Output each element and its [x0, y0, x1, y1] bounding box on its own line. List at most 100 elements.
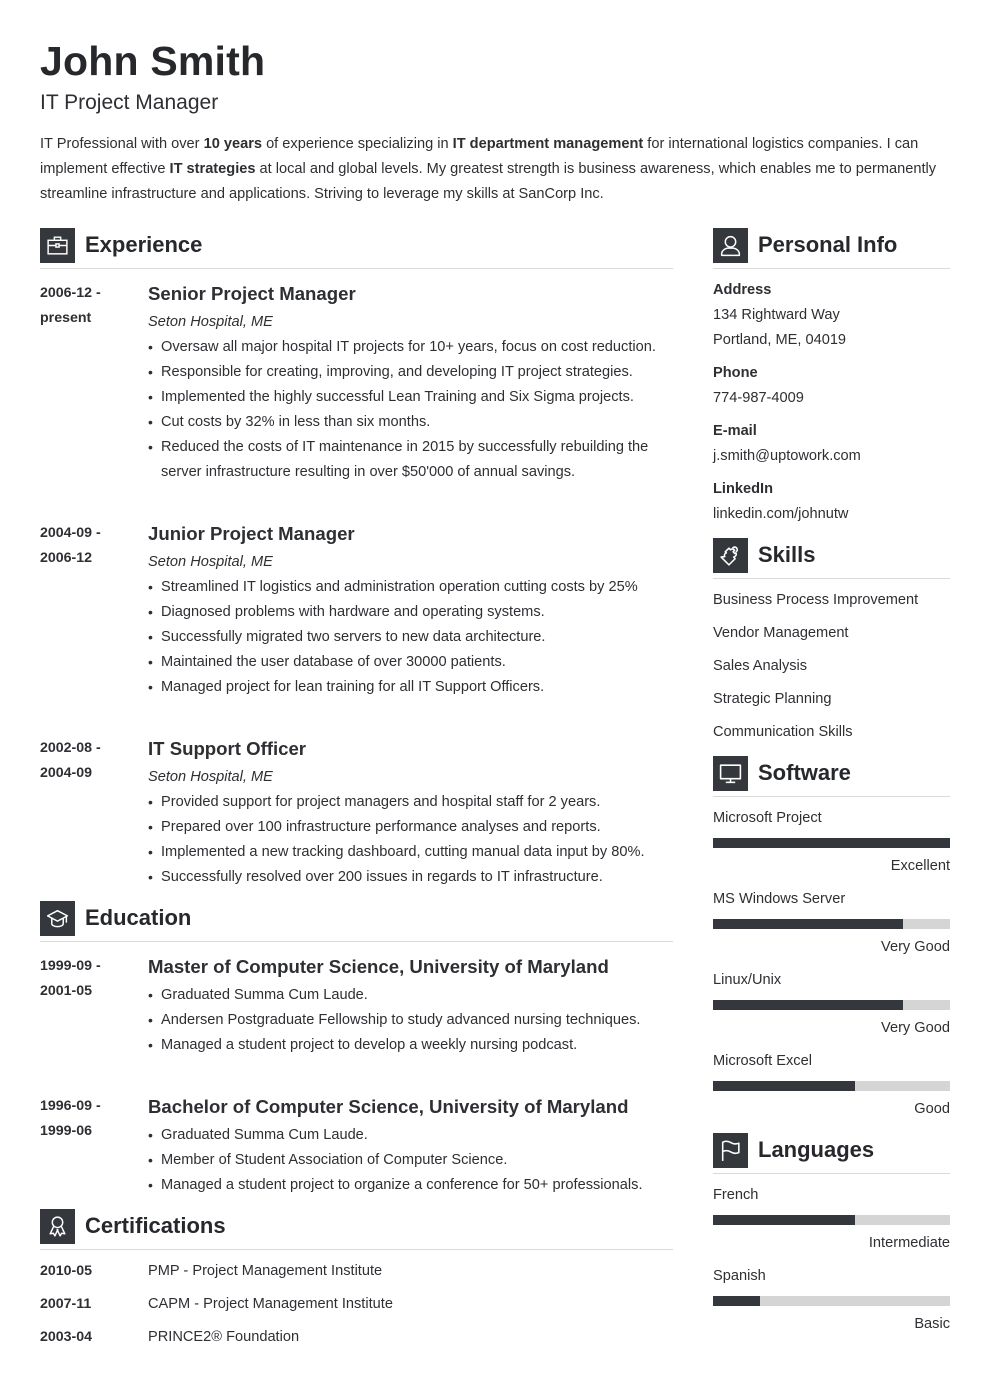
entry-bullets: Oversaw all major hospital IT projects f…: [148, 335, 673, 485]
entry-body: Bachelor of Computer Science, University…: [148, 1094, 673, 1198]
certification-date: 2007-11: [40, 1296, 92, 1312]
section-divider: [40, 268, 673, 269]
software-rating: Linux/Unix Very Good: [713, 968, 950, 1049]
bullet-item: Implemented a new tracking dashboard, cu…: [148, 840, 673, 865]
language-name: French: [713, 1187, 759, 1203]
entry-company: Seton Hospital, ME: [148, 554, 273, 570]
candidate-name: John Smith: [40, 38, 266, 84]
rating-bar-track: [713, 919, 950, 929]
certifications-section-header: Certifications: [40, 1209, 673, 1251]
entry-date: 1996-09 - 1999-06: [40, 1094, 140, 1144]
rating-bar-fill: [713, 1215, 856, 1225]
software-name: MS Windows Server: [713, 891, 846, 907]
entry-title: Master of Computer Science, University o…: [148, 956, 609, 977]
summary-text: of experience specializing in: [262, 136, 453, 152]
date-end: 2006-12: [40, 550, 93, 566]
award-ribbon-icon: [40, 1209, 75, 1244]
bullet-item: Diagnosed problems with hardware and ope…: [148, 600, 673, 625]
graduation-cap-icon: [40, 901, 75, 936]
date-start: 2002-08 -: [40, 740, 101, 756]
monitor-icon: [713, 756, 748, 791]
bullet-item: Successfully migrated two servers to new…: [148, 625, 673, 650]
entry-bullets: Provided support for project managers an…: [148, 790, 673, 890]
software-level: Excellent: [890, 858, 950, 874]
software-rating: MS Windows Server Very Good: [713, 887, 950, 968]
bullet-item: Cut costs by 32% in less than six months…: [148, 410, 673, 435]
bullet-item: Graduated Summa Cum Laude.: [148, 983, 673, 1008]
linkedin-value[interactable]: linkedin.com/johnutw: [713, 502, 848, 527]
bullet-item: Successfully resolved over 200 issues in…: [148, 865, 673, 890]
software-section-header: Software: [713, 756, 950, 798]
summary-text: IT Professional with over: [40, 136, 204, 152]
languages-section-title: Languages: [758, 1137, 875, 1162]
software-rating: Microsoft Excel Good: [713, 1049, 950, 1130]
candidate-job-title: IT Project Manager: [40, 91, 219, 114]
rating-bar-track: [713, 1000, 950, 1010]
email-value[interactable]: j.smith@uptowork.com: [713, 444, 861, 469]
skill-item: Communication Skills: [713, 724, 853, 740]
skill-item: Strategic Planning: [713, 691, 832, 707]
languages-section-header: Languages: [713, 1133, 950, 1175]
section-divider: [713, 796, 950, 797]
personal-info-section-header: Personal Info: [713, 228, 950, 270]
entry-company: Seton Hospital, ME: [148, 769, 273, 785]
section-divider: [713, 268, 950, 269]
date-end: 1999-06: [40, 1123, 93, 1139]
entry-date: 1999-09 - 2001-05: [40, 954, 140, 1004]
rating-bar-fill: [713, 919, 903, 929]
certification-item: 2007-11 CAPM - Project Management Instit…: [40, 1292, 673, 1317]
address-line-1: 134 Rightward Way: [713, 307, 840, 323]
entry-body: Senior Project Manager Seton Hospital, M…: [148, 281, 673, 485]
bullet-item: Provided support for project managers an…: [148, 790, 673, 815]
entry-company: Seton Hospital, ME: [148, 314, 273, 330]
bullet-item: Responsible for creating, improving, and…: [148, 360, 673, 385]
date-end: present: [40, 310, 92, 326]
entry-body: Junior Project Manager Seton Hospital, M…: [148, 521, 673, 700]
bullet-item: Managed a student project to organize a …: [148, 1173, 673, 1198]
entry-date: 2006-12 - present: [40, 281, 140, 331]
rating-bar-track: [713, 1215, 950, 1225]
entry-title: Bachelor of Computer Science, University…: [148, 1096, 629, 1117]
rating-bar-track: [713, 1081, 950, 1091]
software-section-title: Software: [758, 760, 851, 785]
certifications-section-title: Certifications: [85, 1213, 226, 1238]
bullet-item: Andersen Postgraduate Fellowship to stud…: [148, 1008, 673, 1033]
date-end: 2001-05: [40, 983, 93, 999]
software-rating: Microsoft Project Excellent: [713, 806, 950, 887]
software-level: Good: [914, 1101, 950, 1117]
summary-highlight: 10 years: [203, 136, 263, 152]
entry-body: IT Support Officer Seton Hospital, ME Pr…: [148, 736, 673, 890]
phone-label: Phone: [713, 365, 758, 381]
software-level: Very Good: [881, 939, 950, 955]
bullet-item: Maintained the user database of over 300…: [148, 650, 673, 675]
date-start: 2004-09 -: [40, 525, 101, 541]
rating-bar-track: [713, 838, 950, 848]
entry-title: Junior Project Manager: [148, 523, 355, 544]
skills-section-header: Skills: [713, 538, 950, 580]
language-name: Spanish: [713, 1268, 766, 1284]
education-section-header: Education: [40, 901, 673, 943]
date-start: 1996-09 -: [40, 1098, 101, 1114]
summary-highlight: IT department management: [452, 136, 644, 152]
rating-bar-fill: [713, 1296, 761, 1306]
software-name: Microsoft Excel: [713, 1053, 812, 1069]
summary-highlight: IT strategies: [169, 161, 256, 177]
date-start: 2006-12 -: [40, 285, 101, 301]
skill-item: Vendor Management: [713, 625, 849, 641]
rating-bar-fill: [713, 1000, 903, 1010]
certification-item: 2010-05 PMP - Project Management Institu…: [40, 1259, 673, 1284]
date-start: 1999-09 -: [40, 958, 101, 974]
rating-bar-fill: [713, 838, 950, 848]
language-level: Basic: [914, 1316, 950, 1332]
bullet-item: Reduced the costs of IT maintenance in 2…: [148, 435, 673, 485]
linkedin-label: LinkedIn: [713, 481, 773, 497]
bullet-item: Member of Student Association of Compute…: [148, 1148, 673, 1173]
bullet-item: Streamlined IT logistics and administrat…: [148, 575, 673, 600]
entry-bullets: Graduated Summa Cum Laude. Member of Stu…: [148, 1123, 673, 1198]
entry-body: Master of Computer Science, University o…: [148, 954, 673, 1058]
address-label: Address: [713, 282, 772, 298]
entry-title: IT Support Officer: [148, 738, 307, 759]
skill-item: Business Process Improvement: [713, 592, 919, 608]
entry-date: 2002-08 - 2004-09: [40, 736, 140, 786]
email-label: E-mail: [713, 423, 757, 439]
